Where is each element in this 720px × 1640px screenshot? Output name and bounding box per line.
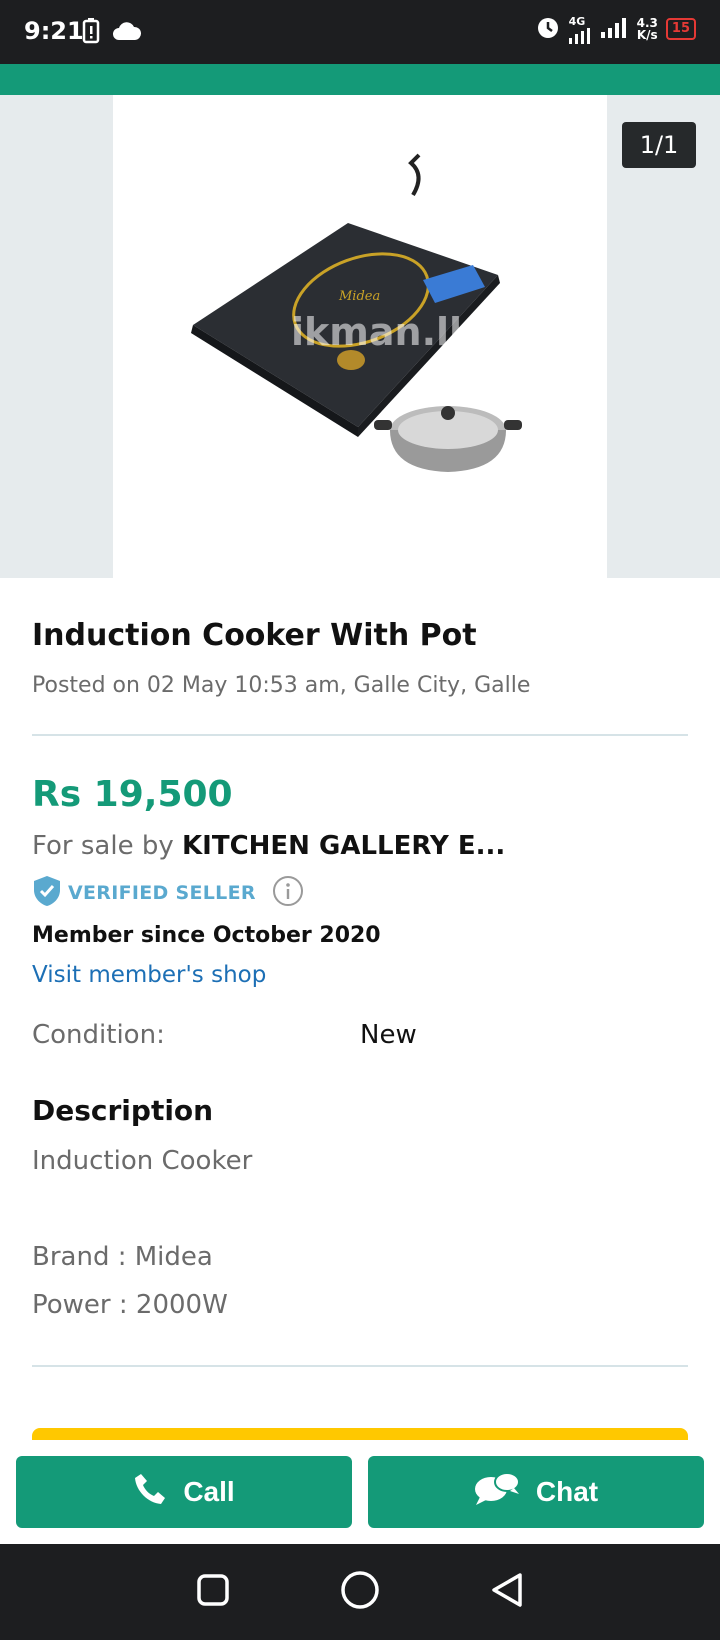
app-bar [0,64,720,95]
battery-saver-icon [82,18,100,48]
divider [32,1365,688,1367]
alarm-icon [535,14,561,44]
image-gallery[interactable]: ikman.lk Midea 1/1 [0,95,720,578]
member-since: Member since October 2020 [32,923,381,948]
call-label: Call [183,1476,235,1507]
promo-banner-edge [32,1428,688,1440]
description-line: Brand : Midea [32,1242,213,1272]
home-icon[interactable] [340,1570,380,1614]
description-line: Induction Cooker [32,1146,253,1176]
verified-label: VERIFIED SELLER [68,882,256,904]
action-bar: Call Chat [0,1440,720,1544]
recents-icon[interactable] [196,1573,230,1611]
ad-details: Induction Cooker With Pot Posted on 02 M… [32,578,688,1367]
product-image[interactable]: ikman.lk Midea [113,95,607,578]
posted-info: Posted on 02 May 10:53 am, Galle City, G… [32,673,531,698]
status-bar: 9:21 4G 4.3 K/s 15 [0,0,720,64]
condition-row: Condition: New [32,1020,688,1050]
divider [32,734,688,736]
sale-prefix: For sale by [32,831,183,861]
price: Rs 19,500 [32,774,233,815]
ad-title: Induction Cooker With Pot [32,618,477,653]
status-time: 9:21 [24,17,84,45]
phone-icon [133,1472,167,1513]
description-title: Description [32,1094,214,1127]
verified-shield-icon [32,875,62,911]
signal-4g-icon: 4G [568,15,593,44]
watermark-text: ikman.lk [291,310,475,354]
system-nav-bar [0,1544,720,1640]
image-counter: 1/1 [622,122,696,168]
description-line: Power : 2000W [32,1290,228,1320]
seller-name[interactable]: KITCHEN GALLERY E... [182,831,505,861]
signal-icon [600,16,629,42]
chat-label: Chat [535,1476,599,1507]
chat-bubbles-icon [474,1471,520,1514]
verified-seller-badge: VERIFIED SELLER [32,875,688,911]
battery-icon: 15 [665,18,696,40]
condition-value: New [360,1020,417,1050]
back-icon[interactable] [490,1572,524,1612]
call-button[interactable]: Call [16,1456,352,1528]
condition-label: Condition: [32,1020,165,1050]
chat-button[interactable]: Chat [368,1456,704,1528]
description-body: Induction Cooker Brand : Midea Power : 2… [32,1137,688,1329]
visit-shop-link[interactable]: Visit member's shop [32,962,266,988]
image-brand-text: Midea [338,289,380,304]
seller-line: For sale by KITCHEN GALLERY E... [32,831,688,861]
info-icon[interactable] [272,875,304,911]
cloud-icon [112,21,142,45]
network-speed: 4.3 K/s [636,16,658,42]
description-line [32,1185,688,1233]
